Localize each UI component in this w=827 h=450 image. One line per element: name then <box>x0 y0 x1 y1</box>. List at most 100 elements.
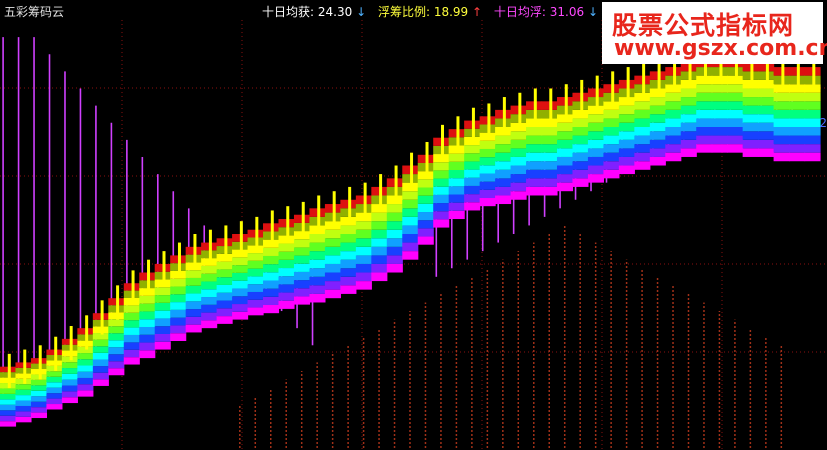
cloud-band-segment <box>665 101 682 110</box>
cloud-band-segment <box>402 234 419 243</box>
cloud-band-segment <box>665 144 682 153</box>
cloud-band-segment <box>804 109 821 119</box>
cloud-band-segment <box>0 388 17 394</box>
cloud-band-segment <box>742 114 759 123</box>
cloud-band-segment <box>386 204 403 213</box>
cloud-band-segment <box>696 92 713 102</box>
cloud-band-segment <box>185 285 202 294</box>
cloud-band-segment <box>232 257 249 266</box>
legend-value: 24.30 <box>317 5 353 19</box>
cloud-band-segment <box>618 148 635 157</box>
cloud-band-segment <box>154 341 171 350</box>
cloud-band-segment <box>789 144 806 153</box>
cloud-band-segment <box>263 288 280 297</box>
cloud-band-segment <box>541 161 558 170</box>
cloud-band-segment <box>572 118 589 127</box>
cloud-band-segment <box>293 288 311 297</box>
cloud-band-segment <box>510 191 527 200</box>
cloud-band-segment <box>263 255 280 265</box>
cloud-band-segment <box>603 169 620 179</box>
cloud-band-segment <box>263 305 280 314</box>
cloud-band-segment <box>355 281 372 290</box>
cloud-band-segment <box>417 187 434 196</box>
cloud-band-segment <box>495 135 512 145</box>
cloud-band-segment <box>185 324 202 333</box>
cloud-band-segment <box>77 365 94 372</box>
cloud-band-segment <box>139 342 156 351</box>
cloud-band-segment <box>185 270 202 278</box>
legend-value: 18.99 <box>433 5 469 19</box>
watermark-banner: 股票公式指标网 www.gszx.com.cn <box>602 2 827 64</box>
cloud-band-segment <box>170 333 187 341</box>
cloud-band-segment <box>61 385 78 392</box>
cloud-band-segment <box>603 161 620 170</box>
cloud-band-segment <box>77 359 94 366</box>
cloud-band-segment <box>309 293 326 303</box>
cloud-band-segment <box>680 105 697 115</box>
cloud-band-segment <box>417 179 434 188</box>
cloud-band-segment <box>15 384 32 390</box>
cloud-band-segment <box>464 194 481 203</box>
cloud-band-segment <box>123 320 140 328</box>
cloud-band-segment <box>556 165 574 175</box>
cloud-band-segment <box>355 221 372 230</box>
cloud-band-segment <box>309 276 326 286</box>
cloud-band-segment <box>649 97 666 106</box>
cloud-band-segment <box>758 97 775 106</box>
cloud-band-segment <box>371 272 388 282</box>
cloud-band-segment <box>758 148 775 157</box>
cloud-band-segment <box>123 312 140 321</box>
cloud-band-segment <box>139 295 156 304</box>
cloud-band-segment <box>92 339 109 347</box>
cloud-band-segment <box>711 144 728 153</box>
cloud-band-segment <box>773 152 790 162</box>
cloud-band-segment <box>526 161 543 170</box>
cloud-band-segment <box>618 122 635 132</box>
cloud-band-segment <box>108 368 125 376</box>
cloud-band-segment <box>355 263 372 273</box>
cloud-band-segment <box>355 229 372 239</box>
cloud-band-segment <box>402 208 419 217</box>
cloud-band-segment <box>46 371 63 377</box>
cloud-band-segment <box>340 268 357 277</box>
cloud-band-segment <box>154 287 171 296</box>
cloud-band-segment <box>92 352 109 360</box>
cloud-band-segment <box>263 272 280 281</box>
cloud-band-segment <box>293 280 311 289</box>
cloud-band-segment <box>232 304 249 312</box>
cloud-band-segment <box>433 203 450 212</box>
cloud-band-segment <box>680 139 697 149</box>
cloud-band-segment <box>556 122 574 132</box>
cloud-band-segment <box>680 114 697 123</box>
cloud-band-segment <box>526 178 543 187</box>
cloud-band-segment <box>77 371 94 378</box>
cloud-band-segment <box>247 299 264 308</box>
cloud-band-segment <box>634 118 651 127</box>
cloud-band-segment <box>0 399 17 405</box>
cloud-band-segment <box>634 161 651 170</box>
cloud-band-segment <box>15 389 32 396</box>
cloud-band-segment <box>402 216 419 226</box>
cloud-band-segment <box>92 359 109 367</box>
cloud-band-segment <box>108 340 125 348</box>
cloud-band-segment <box>108 319 125 327</box>
cloud-band-segment <box>340 234 357 243</box>
cloud-band-segment <box>247 268 264 277</box>
cloud-band-segment <box>77 390 94 397</box>
cloud-band-segment <box>247 291 264 300</box>
cloud-band-segment <box>634 144 651 153</box>
cloud-band-segment <box>727 109 744 119</box>
cloud-band-segment <box>711 84 728 93</box>
cloud-band-segment <box>479 189 496 199</box>
cloud-band-segment <box>201 297 218 305</box>
cloud-band-segment <box>479 157 496 166</box>
cloud-band-segment <box>417 236 434 245</box>
cloud-band-segment <box>618 139 635 149</box>
cloud-band-segment <box>495 169 512 179</box>
cloud-band-segment <box>201 281 218 290</box>
cloud-band-segment <box>324 229 341 239</box>
cloud-band-segment <box>170 317 187 326</box>
cloud-band-segment <box>711 127 728 136</box>
cloud-band-segment <box>61 391 78 398</box>
cloud-band-segment <box>742 148 759 157</box>
